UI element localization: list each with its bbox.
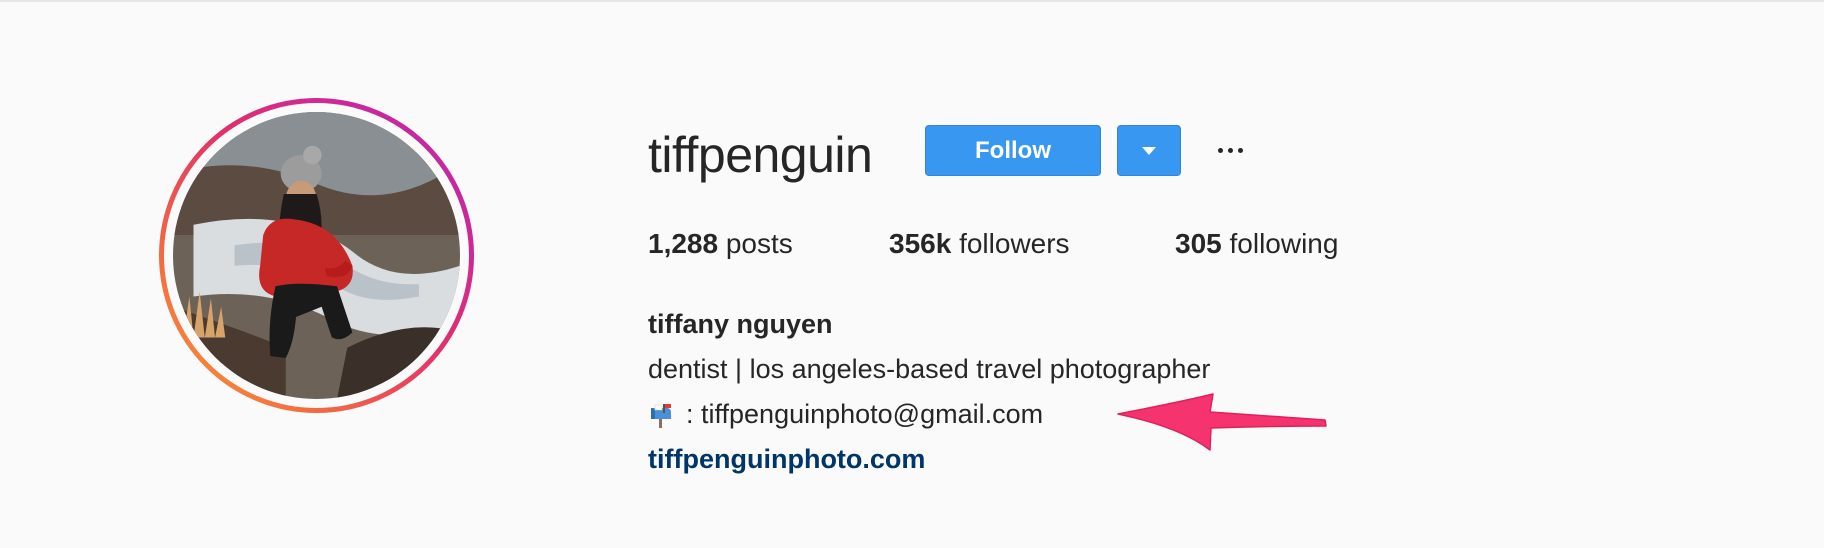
more-options-button[interactable] [1210,130,1250,170]
followers-label: followers [951,228,1070,259]
posts-label: posts [718,228,793,259]
following-label: following [1221,228,1339,259]
posts-count: 1,288 [648,228,719,259]
suggestions-dropdown-button[interactable] [1117,125,1181,176]
following-count: 305 [1175,228,1222,259]
bio-email: : tiffpenguinphoto@gmail.com [686,399,1044,429]
stat-followers[interactable]: 356k followers [889,224,1175,264]
ellipsis-icon-dot [1237,147,1243,153]
followers-count: 356k [889,228,952,259]
profile-page: tiffpenguin Follow 1,288 posts 356k foll… [0,0,1824,548]
ellipsis-icon [1217,147,1223,153]
profile-username: tiffpenguin [648,127,873,183]
annotation-arrow [1117,393,1327,451]
profile-avatar[interactable] [159,98,474,413]
avatar-photo [173,112,460,399]
ellipsis-icon-dot [1227,147,1233,153]
profile-full-name: tiffany nguyen [648,309,833,339]
stat-following[interactable]: 305 following [1175,224,1338,264]
profile-stats: 1,288 posts 356k followers 305 following [648,224,1338,264]
caret-down-icon [1142,146,1156,155]
bio-website-link[interactable]: tiffpenguinphoto.com [648,437,925,482]
stat-posts: 1,288 posts [648,224,889,264]
follow-button[interactable]: Follow [925,125,1101,176]
mailbox-icon [648,402,674,428]
